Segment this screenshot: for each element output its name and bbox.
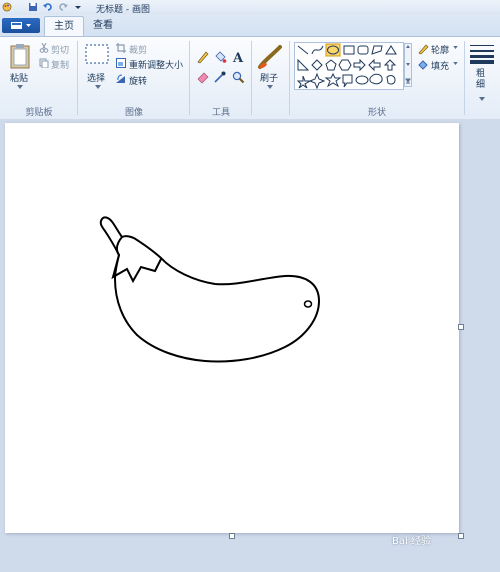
title-bar: 无标题 - 画图 [0,0,500,15]
redo-icon[interactable] [58,2,68,12]
image-group-label: 图像 [124,108,143,118]
group-divider [289,41,290,115]
shapes-gallery-icons [296,43,397,90]
watermark: Bai 经验 [392,536,431,547]
canvas-resize-handle-right[interactable] [458,324,464,330]
outline-dropdown-icon[interactable] [453,46,458,49]
size-button[interactable]: 粗细 [476,69,488,91]
resize-button[interactable]: 重新调整大小 [129,58,183,71]
cut-icon [39,43,49,53]
crop-button[interactable]: 裁剪 [129,43,147,56]
color-picker-icon[interactable] [213,70,227,84]
undo-icon[interactable] [43,2,53,12]
svg-text:A: A [232,51,244,64]
group-divider [77,41,78,115]
paint-app-icon [2,2,12,12]
paint-menu-button[interactable] [2,18,40,33]
crop-icon [116,43,126,53]
drawing-canvas[interactable] [5,123,459,533]
paste-dropdown-icon[interactable] [17,85,23,89]
select-button[interactable]: 选择 [87,71,105,84]
magnifier-icon[interactable] [231,70,245,84]
resize-icon [116,58,126,68]
paste-icon[interactable] [9,43,31,69]
group-divider [251,41,252,115]
rotate-icon [116,74,125,83]
select-icon[interactable] [85,44,109,64]
size-dropdown-icon[interactable] [479,97,485,101]
eraser-icon[interactable] [196,70,210,84]
cut-button[interactable]: 剪切 [51,43,69,56]
size-icon[interactable] [469,43,495,65]
pencil-icon[interactable] [196,50,210,64]
tab-home[interactable]: 主页 [44,16,84,37]
brushes-dropdown-icon[interactable] [267,85,273,89]
outline-button[interactable]: 轮廓 [431,43,449,56]
text-icon[interactable]: A [231,50,245,64]
group-divider [464,41,465,115]
ribbon-tab-row: 主页 查看 [0,15,500,37]
shapes-gallery[interactable] [294,42,404,90]
fill-bucket-icon[interactable] [213,50,227,64]
rotate-button[interactable]: 旋转 [129,74,147,87]
canvas-resize-handle-bottom[interactable] [229,533,235,539]
copy-button[interactable]: 复制 [51,58,69,71]
copy-icon [39,58,49,68]
window-title: 无标题 - 画图 [96,5,150,15]
group-divider [189,41,190,115]
paste-button[interactable]: 粘贴 [10,71,28,84]
select-dropdown-icon[interactable] [95,85,101,89]
fill-button[interactable]: 填充 [431,59,449,72]
ribbon: 粘贴 剪切 复制 剪贴板 选择 裁剪 重新调整大小 旋转 图像 A 工具 刷子 [0,36,500,120]
brushes-icon[interactable] [256,43,284,71]
tools-group-label: 工具 [211,108,230,118]
clipboard-group-label: 剪贴板 [25,108,53,118]
shapes-scroll-icon[interactable] [404,43,412,87]
outline-icon [418,44,429,55]
fill-dropdown-icon[interactable] [453,62,458,65]
shapes-group-label: 形状 [367,108,386,118]
canvas-resize-handle-corner[interactable] [458,533,464,539]
save-icon[interactable] [28,2,38,12]
fill-icon [418,60,428,70]
tab-view[interactable]: 查看 [86,16,120,36]
paint-menu-icon [11,22,31,29]
brushes-button[interactable]: 刷子 [260,71,278,84]
customize-toolbar-icon[interactable] [73,2,83,12]
eggplant-drawing [99,216,320,363]
